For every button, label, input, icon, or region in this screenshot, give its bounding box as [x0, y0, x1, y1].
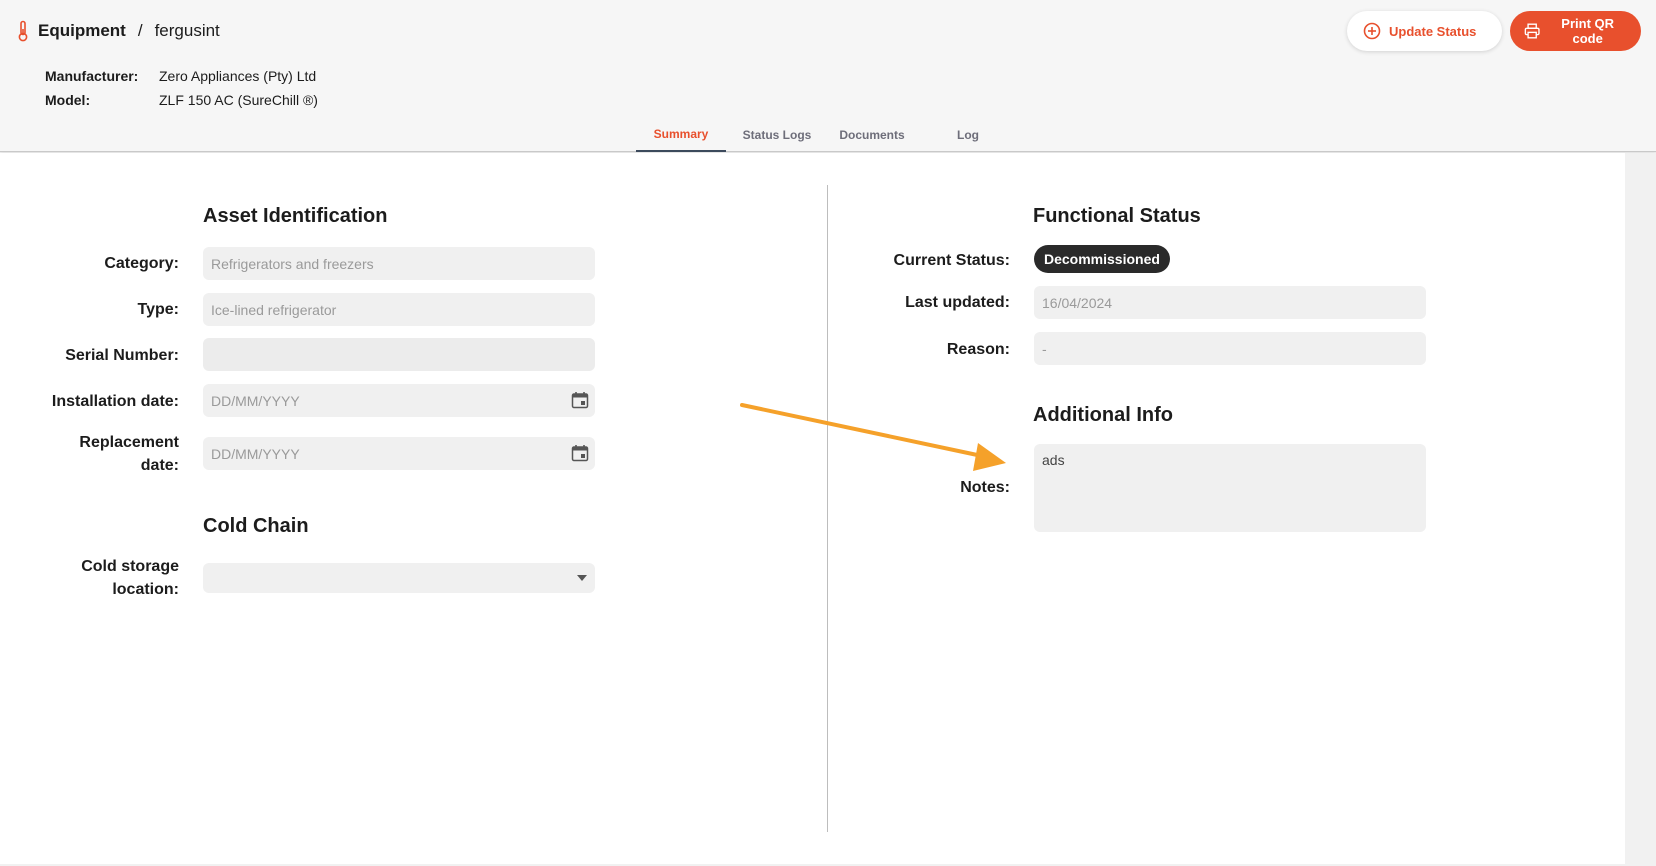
cold-storage-location-label: Cold storage location: — [30, 555, 179, 601]
serial-number-input[interactable] — [203, 338, 595, 371]
page-header: Equipment / fergusint Manufacturer: Zero… — [0, 0, 1656, 152]
calendar-icon[interactable] — [571, 444, 589, 462]
replacement-date-label: Replacement date: — [30, 431, 179, 477]
notes-value: ads — [1042, 452, 1065, 468]
breadcrumb-current: fergusint — [154, 21, 220, 40]
replacement-date-placeholder: DD/MM/YYYY — [211, 445, 300, 462]
model-value: ZLF 150 AC (SureChill ®) — [159, 92, 318, 108]
update-status-button[interactable]: Update Status — [1347, 11, 1502, 51]
type-label: Type: — [137, 301, 179, 318]
tab-bar: Summary Status Logs Documents Log — [636, 118, 1020, 152]
replacement-date-input[interactable]: DD/MM/YYYY — [203, 437, 595, 470]
reason-field: - — [1034, 332, 1426, 365]
cold-storage-label-line1: Cold storage — [81, 558, 179, 575]
tab-log[interactable]: Log — [916, 118, 1020, 152]
asset-identification-title: Asset Identification — [203, 205, 388, 227]
status-badge: Decommissioned — [1034, 245, 1170, 273]
installation-date-label: Installation date: — [51, 393, 179, 410]
update-status-label: Update Status — [1389, 23, 1477, 39]
calendar-icon[interactable] — [571, 391, 589, 409]
model-label: Model: — [45, 92, 91, 108]
replacement-date-label-line2: date: — [140, 457, 179, 474]
type-value: Ice-lined refrigerator — [211, 301, 337, 318]
reason-value: - — [1042, 340, 1047, 357]
tab-status-logs[interactable]: Status Logs — [726, 118, 828, 152]
print-qr-button[interactable]: Print QR code — [1510, 11, 1641, 51]
tab-documents[interactable]: Documents — [828, 118, 916, 152]
category-value: Refrigerators and freezers — [211, 255, 374, 272]
thermometer-icon — [18, 20, 28, 42]
additional-info-title: Additional Info — [1033, 404, 1173, 426]
column-divider — [827, 185, 828, 832]
plus-circle-icon — [1363, 22, 1381, 40]
current-status-label: Current Status: — [893, 252, 1010, 269]
reason-label: Reason: — [946, 341, 1010, 358]
last-updated-label: Last updated: — [905, 294, 1010, 311]
category-field[interactable]: Refrigerators and freezers — [203, 247, 595, 280]
type-field[interactable]: Ice-lined refrigerator — [203, 293, 595, 326]
last-updated-value: 16/04/2024 — [1042, 294, 1113, 311]
last-updated-field: 16/04/2024 — [1034, 286, 1426, 319]
manufacturer-value: Zero Appliances (Pty) Ltd — [159, 68, 317, 84]
breadcrumb: Equipment / fergusint — [16, 18, 220, 44]
printer-icon — [1524, 23, 1540, 39]
installation-date-placeholder: DD/MM/YYYY — [211, 392, 300, 409]
cold-chain-title: Cold Chain — [203, 515, 309, 537]
breadcrumb-separator: / — [137, 21, 143, 40]
chevron-down-icon[interactable] — [577, 575, 587, 581]
print-qr-label: Print QR code — [1561, 16, 1615, 46]
tab-summary[interactable]: Summary — [636, 118, 726, 152]
notes-label: Notes: — [960, 479, 1010, 496]
replacement-date-label-line1: Replacement — [79, 434, 179, 451]
breadcrumb-root[interactable]: Equipment — [38, 21, 126, 41]
cold-storage-label-line2: location: — [112, 581, 179, 598]
notes-textarea[interactable]: ads — [1034, 444, 1426, 532]
summary-panel: Asset Identification Category: Refrigera… — [0, 153, 1625, 864]
equipment-meta: Manufacturer: Zero Appliances (Pty) Ltd … — [45, 64, 318, 112]
window-edge — [1625, 153, 1656, 866]
manufacturer-label: Manufacturer: — [45, 68, 139, 84]
category-label: Category: — [104, 255, 179, 272]
installation-date-input[interactable]: DD/MM/YYYY — [203, 384, 595, 417]
serial-number-label: Serial Number: — [65, 347, 179, 364]
cold-storage-location-select[interactable] — [203, 563, 595, 593]
functional-status-title: Functional Status — [1033, 205, 1201, 227]
